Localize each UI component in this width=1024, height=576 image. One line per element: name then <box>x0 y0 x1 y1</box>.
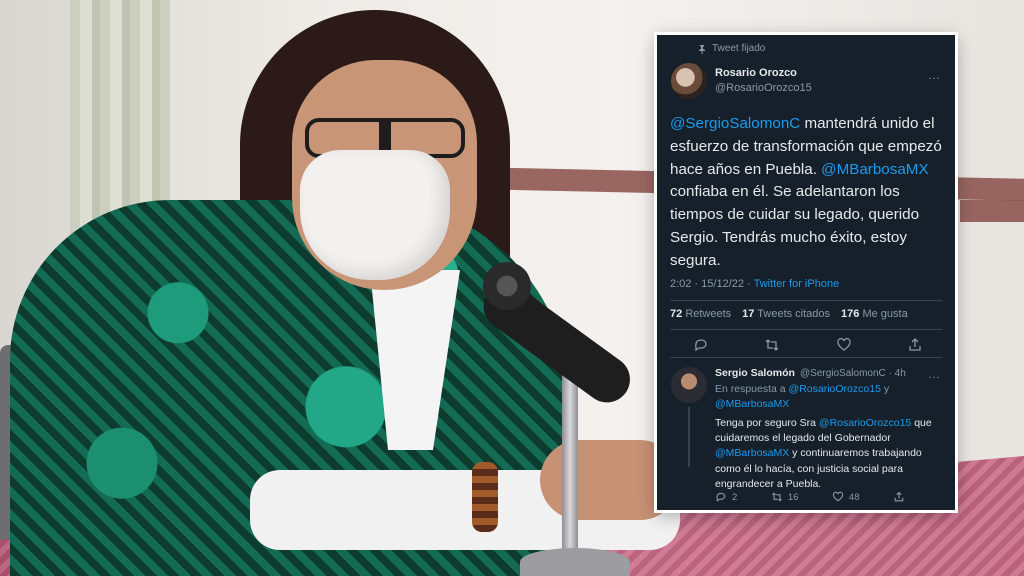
share-icon[interactable] <box>907 337 923 353</box>
reply-icon <box>716 492 726 502</box>
reply-actions: 2 16 48 <box>715 491 905 503</box>
pinned-label: Tweet fijado <box>712 43 766 54</box>
reply-icon[interactable] <box>693 337 709 353</box>
reply-like-action[interactable]: 48 <box>832 491 860 503</box>
tweet-text-part: confiaba en él. Se adelantaron los tiemp… <box>670 183 920 269</box>
wall-rail-right <box>960 200 1024 222</box>
mention-link[interactable]: @MBarbosaMX <box>715 447 789 459</box>
quotes-stat[interactable]: 17 Tweets citados <box>742 308 830 320</box>
reply-more-options-icon[interactable]: … <box>928 367 941 381</box>
reply-author-handle[interactable]: @SergioSalomonC · 4h <box>800 368 906 379</box>
microphone-head <box>483 262 531 310</box>
share-icon <box>894 491 904 502</box>
tweet-source[interactable]: Twitter for iPhone <box>754 278 840 290</box>
like-icon <box>832 491 843 502</box>
quotes-label: Tweets citados <box>757 308 831 320</box>
reply-avatar[interactable] <box>671 367 707 403</box>
tweet-timestamp[interactable]: 2:02 · 15/12/22 · <box>670 278 754 290</box>
more-options-icon[interactable]: … <box>928 68 941 82</box>
retweets-count: 72 <box>670 308 683 320</box>
retweet-icon[interactable] <box>764 337 780 353</box>
likes-label: Me gusta <box>862 308 908 320</box>
likes-count: 176 <box>841 308 860 320</box>
microphone-stand <box>562 360 578 576</box>
retweet-count: 16 <box>787 491 799 503</box>
retweets-stat[interactable]: 72 Retweets <box>670 308 731 320</box>
reply-share-action[interactable] <box>893 491 905 503</box>
reply-text: Tenga por seguro Sra @RosarioOrozco15 qu… <box>715 416 945 492</box>
divider <box>670 357 942 358</box>
reply-count: 2 <box>732 491 738 503</box>
reply-author-name[interactable]: Sergio Salomón <box>715 367 795 379</box>
bracelet <box>472 462 498 532</box>
author-handle[interactable]: @RosarioOrozco15 <box>715 82 812 94</box>
mention-link[interactable]: @RosarioOrozco15 <box>789 383 881 395</box>
mention-link[interactable]: @MBarbosaMX <box>821 161 928 178</box>
face-mask <box>300 150 450 280</box>
avatar[interactable] <box>671 63 707 99</box>
like-icon[interactable] <box>836 337 852 353</box>
like-count: 48 <box>848 491 860 503</box>
pin-icon <box>699 44 705 54</box>
in-reply-and: y <box>880 383 890 395</box>
tweet-stats: 72 Retweets 17 Tweets citados 176 Me gus… <box>670 308 908 320</box>
reply-retweet-action[interactable]: 16 <box>771 491 799 503</box>
microphone-base <box>520 548 630 576</box>
retweet-icon <box>771 492 782 502</box>
tweet-text: @SergioSalomonC mantendrá unido el esfue… <box>670 113 950 273</box>
pinned-indicator: Tweet fijado <box>697 43 765 54</box>
mention-link[interactable]: @MBarbosaMX <box>715 398 789 410</box>
in-reply-prefix: En respuesta a <box>715 383 789 395</box>
reply-tweet[interactable]: Sergio Salomón @SergioSalomonC · 4h … En… <box>657 365 955 510</box>
woman-speaker <box>0 0 700 576</box>
thread-line <box>688 407 690 467</box>
reply-text-part: Tenga por seguro Sra <box>715 417 819 429</box>
divider <box>670 300 942 301</box>
in-reply-to: En respuesta a @RosarioOrozco15 y @MBarb… <box>715 382 940 412</box>
mention-link[interactable]: @SergioSalomonC <box>670 115 800 132</box>
quotes-count: 17 <box>742 308 755 320</box>
likes-stat[interactable]: 176 Me gusta <box>841 308 908 320</box>
author-name[interactable]: Rosario Orozco <box>715 67 797 79</box>
divider <box>670 329 942 330</box>
mention-link[interactable]: @RosarioOrozco15 <box>819 417 911 429</box>
tweet-card: Tweet fijado Rosario Orozco @RosarioOroz… <box>657 35 955 510</box>
tweet-actions <box>693 337 923 353</box>
reply-reply-action[interactable]: 2 <box>715 491 737 503</box>
tweet-meta: 2:02 · 15/12/22 · Twitter for iPhone <box>670 278 839 290</box>
retweets-label: Retweets <box>685 308 732 320</box>
